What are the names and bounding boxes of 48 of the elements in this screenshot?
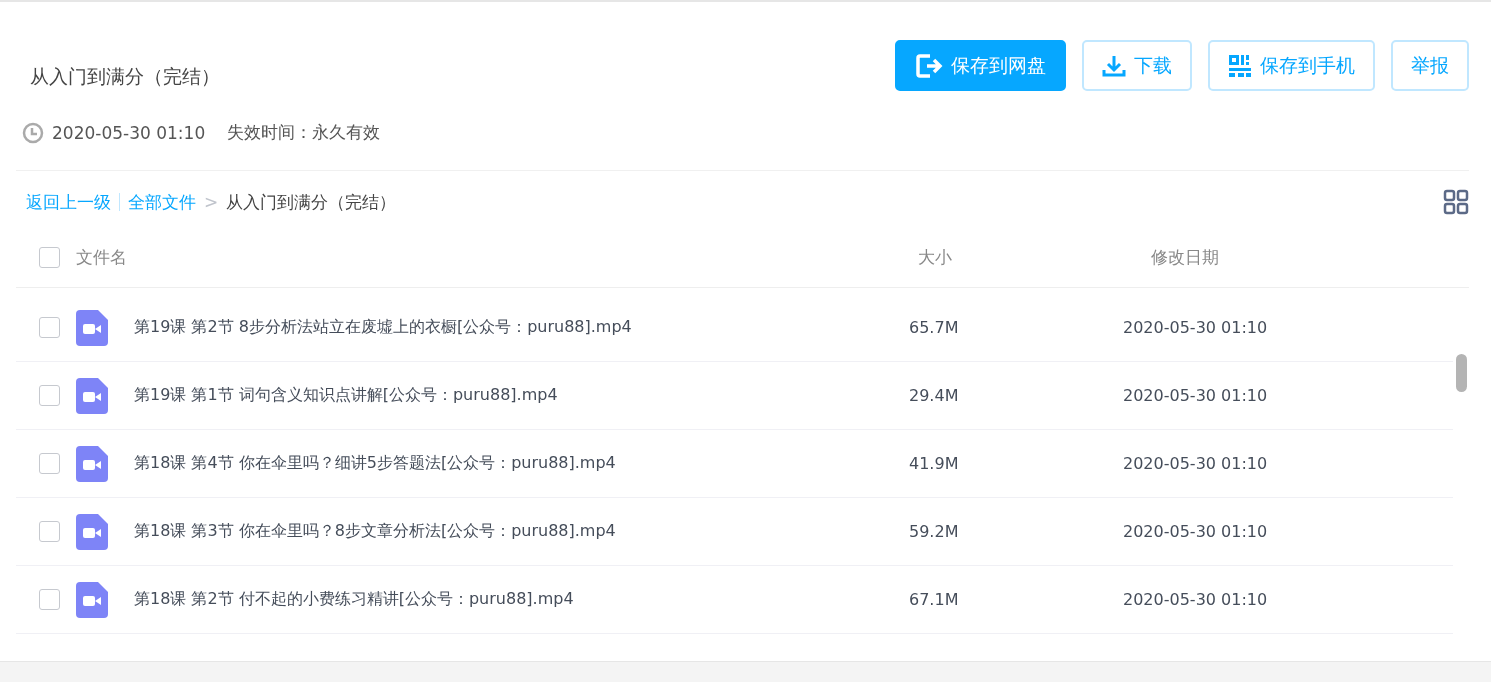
file-name[interactable]: 第18课 第4节 你在伞里吗？细讲5步答题法[公众号：puru88].mp4 [134, 453, 893, 474]
grid-view-icon[interactable] [1443, 189, 1469, 215]
video-file-icon [76, 513, 108, 550]
video-file-icon [76, 581, 108, 618]
file-size: 59.2M [908, 522, 960, 541]
save-to-cloud-button[interactable]: 保存到网盘 [895, 40, 1066, 91]
video-file-icon [76, 309, 108, 346]
file-name[interactable]: 第18课 第2节 付不起的小费练习精讲[公众号：puru88].mp4 [134, 589, 893, 610]
breadcrumb-separator: > [204, 192, 219, 212]
column-header: 文件名 [76, 245, 128, 269]
file-name[interactable]: 第19课 第2节 8步分析法站立在废墟上的衣橱[公众号：puru88].mp4 [134, 317, 893, 338]
modified-date: 2020-05-30 01:10 [1123, 590, 1269, 609]
scrollbar-thumb[interactable] [1456, 354, 1467, 392]
file-size: 67.1M [908, 590, 960, 609]
save-to-phone-button[interactable]: 保存到手机 [1208, 40, 1375, 91]
current-folder: 从入门到满分（完结） [226, 190, 397, 214]
file-size: 29.4M [908, 386, 960, 405]
row-checkbox[interactable] [39, 521, 60, 542]
modified-date: 2020-05-30 01:10 [1123, 454, 1269, 473]
divider-bar [119, 193, 120, 211]
row-checkbox[interactable] [39, 589, 60, 610]
file-name[interactable]: 第18课 第3节 你在伞里吗？8步文章分析法[公众号：puru88].mp4 [134, 521, 893, 542]
modified-date: 2020-05-30 01:10 [1123, 386, 1269, 405]
clock-icon [22, 121, 44, 144]
report-button[interactable]: 举报 [1391, 40, 1469, 91]
share-time: 2020-05-30 01:10 [52, 122, 206, 143]
exit-arrow-icon [915, 52, 943, 79]
video-file-icon [76, 445, 108, 482]
qr-code-icon [1228, 53, 1252, 78]
expiry-text: 失效时间：永久有效 [227, 121, 381, 144]
all-files-link[interactable]: 全部文件 [128, 190, 196, 214]
file-name[interactable]: 第19课 第1节 词句含义知识点讲解[公众号：puru88].mp4 [134, 385, 893, 406]
modified-date: 2020-05-30 01:10 [1123, 318, 1269, 337]
file-size: 65.7M [908, 318, 960, 337]
back-link[interactable]: 返回上一级 [26, 190, 111, 214]
download-icon [1102, 53, 1126, 78]
download-button[interactable]: 下载 [1082, 40, 1192, 91]
column-header: 大小 [917, 245, 953, 269]
horizontal-scrollbar[interactable] [0, 661, 1491, 682]
file-size: 41.9M [908, 454, 960, 473]
select-all-checkbox[interactable] [39, 246, 60, 268]
row-checkbox[interactable] [39, 453, 60, 474]
column-header: 修改日期 [1150, 245, 1220, 269]
share-title: 从入门到满分（完结） [30, 64, 220, 89]
row-checkbox[interactable] [39, 385, 60, 406]
row-checkbox[interactable] [39, 317, 60, 338]
video-file-icon [76, 377, 108, 414]
modified-date: 2020-05-30 01:10 [1123, 522, 1269, 541]
